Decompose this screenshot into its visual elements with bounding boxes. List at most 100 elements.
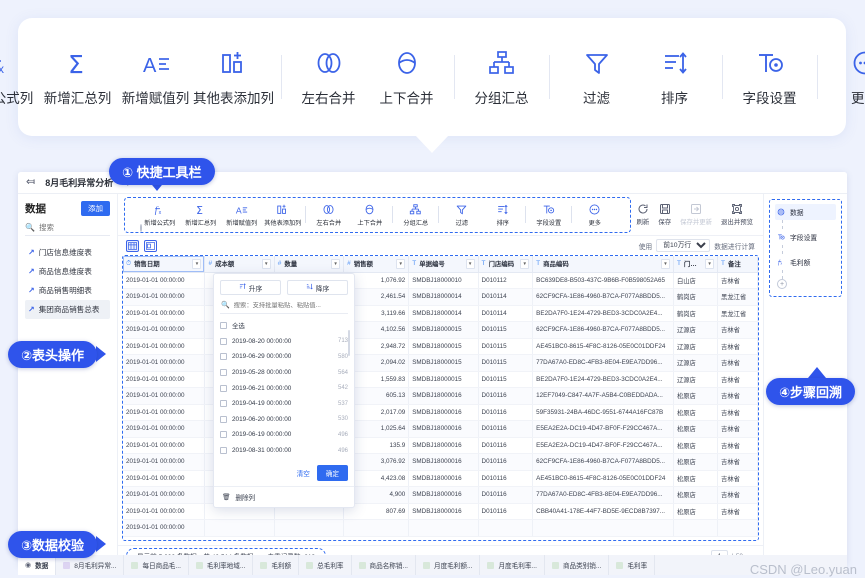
checkbox[interactable] xyxy=(220,337,227,345)
column-header-memo[interactable]: T 备注 xyxy=(717,256,758,273)
tab-monthly-gross-margin[interactable]: 月度毛利率... xyxy=(480,555,545,575)
exit-and-preview-button[interactable]: 退出并预览 xyxy=(721,203,753,226)
checkbox[interactable] xyxy=(220,369,227,377)
more-button[interactable]: 更多 xyxy=(574,203,615,227)
card-view-button[interactable] xyxy=(144,239,157,252)
horizontal-merge-button[interactable]: 左右合并 xyxy=(308,203,349,227)
filter-option[interactable]: 2019-06-20 00:00:00 530 xyxy=(220,412,348,428)
filter-option[interactable]: 2019-06-21 00:00:00 542 xyxy=(220,380,348,396)
group-summary-button[interactable]: 分组汇总 xyxy=(395,203,436,227)
sidebar-item-group-sales-total[interactable]: ↗ 集团商品销售总表 xyxy=(25,300,110,319)
hero-add-assign-column-button[interactable]: A 新增赋值列 xyxy=(117,48,195,107)
grid-view-button[interactable] xyxy=(126,239,139,252)
checkbox[interactable] xyxy=(220,431,227,439)
step-item-field-settings[interactable]: 字段设置 xyxy=(775,229,836,245)
chevron-down-icon[interactable]: ▼ xyxy=(396,258,406,269)
filter-option[interactable]: 2019-04-19 00:00:00 537 xyxy=(220,396,348,412)
refresh-button[interactable]: 刷新 xyxy=(637,203,649,226)
delete-column-button[interactable]: 🗑 删除列 xyxy=(214,486,354,507)
filter-option-count: 713 xyxy=(337,338,348,345)
hero-add-formula-column-button[interactable]: fx 新增公式列 xyxy=(0,48,39,107)
save-and-update-button[interactable]: 保存并更新 xyxy=(680,203,712,226)
add-assign-column-button[interactable]: A 新增赋值列 xyxy=(221,203,262,227)
sidebar-item-sales-detail[interactable]: ↗ 商品销售明细表 xyxy=(25,281,110,300)
hero-sort-button[interactable]: 排序 xyxy=(636,48,714,107)
hero-vertical-merge-button[interactable]: 上下合并 xyxy=(368,48,446,107)
filter-option[interactable]: 2019-06-29 00:00:00 580 xyxy=(220,349,348,365)
filter-search-input[interactable] xyxy=(233,301,347,309)
column-header-sales-date[interactable]: ⏱ 销售日期 ▼ xyxy=(123,256,206,273)
hero-add-summary-column-button[interactable]: Σ 新增汇总列 xyxy=(39,48,117,107)
tab-gross-margin-region[interactable]: 毛利率地域... xyxy=(189,555,254,575)
callout-arrow xyxy=(96,346,106,362)
filter-option[interactable]: 2019-08-20 00:00:00 713 xyxy=(220,334,348,350)
chevron-down-icon[interactable]: ▼ xyxy=(192,258,202,269)
column-header-store-name[interactable]: T 门店名称 ▼ xyxy=(673,256,719,273)
chevron-down-icon[interactable]: ▼ xyxy=(660,258,670,269)
checkbox[interactable] xyxy=(220,353,227,361)
filter-option-label: 2019-04-19 00:00:00 xyxy=(232,400,292,408)
hero-horizontal-merge-button[interactable]: 左右合并 xyxy=(290,48,368,107)
add-data-button[interactable]: 添加 xyxy=(81,201,110,216)
cell-bill: SMDBJ18000016 xyxy=(408,503,479,520)
tab-data[interactable]: ◉ 数据 xyxy=(18,555,57,575)
table-row[interactable]: 2019-01-01 00:00:00 xyxy=(123,519,758,537)
clear-filter-button[interactable]: 清空 xyxy=(297,468,310,478)
tab-august-gross-profit-anomaly[interactable]: 8月毛利异常... xyxy=(56,555,125,575)
checkbox[interactable] xyxy=(220,322,227,330)
hero-filter-button[interactable]: 过滤 xyxy=(558,48,636,107)
step-item-data[interactable]: 数据 xyxy=(775,204,836,220)
filter-option[interactable]: 2019-06-19 00:00:00 496 xyxy=(220,427,348,443)
tab-gross-profit-amount[interactable]: 毛利额 xyxy=(253,555,300,575)
sidebar-item-store-dimension[interactable]: ↗ 门店信息维度表 xyxy=(25,243,110,262)
column-header-quantity[interactable]: # 数量 ▼ xyxy=(274,256,345,273)
filter-option-select-all[interactable]: 全选 xyxy=(220,318,348,334)
sidebar-search[interactable]: 🔍 xyxy=(25,223,142,236)
tab-total-gross-margin[interactable]: 总毛利率 xyxy=(299,555,352,575)
column-header-bill-number[interactable]: T 单据编号 ▼ xyxy=(408,256,479,273)
sidebar-item-product-dimension[interactable]: ↗ 商品信息维度表 xyxy=(25,262,110,281)
checkbox[interactable] xyxy=(220,415,227,423)
tab-monthly-gross-profit[interactable]: 月度毛利额... xyxy=(416,555,481,575)
hero-add-from-other-table-button[interactable]: 其他表添加列 xyxy=(193,48,274,107)
exit-preview-icon xyxy=(731,203,743,215)
tab-product-category-sales[interactable]: 商品类别销... xyxy=(545,555,610,575)
save-button[interactable]: 保存 xyxy=(658,203,671,226)
hero-group-summary-button[interactable]: 分组汇总 xyxy=(463,48,541,107)
column-header-store-code[interactable]: T 门店编码 ▼ xyxy=(478,256,534,273)
chevron-down-icon[interactable]: ▼ xyxy=(465,258,475,269)
plus-icon[interactable]: + xyxy=(777,279,787,289)
filter-option[interactable]: 2019-08-31 00:00:00 496 xyxy=(220,443,348,459)
vertical-merge-button[interactable]: 上下合并 xyxy=(349,203,390,227)
column-header-cost-amount[interactable]: # 成本额 ▼ xyxy=(204,256,275,273)
step-item-gross-profit[interactable]: fx 毛利额 xyxy=(775,254,836,270)
tab-daily-product-gross[interactable]: 每日商品毛... xyxy=(124,555,189,575)
checkbox[interactable] xyxy=(220,384,227,392)
add-from-other-table-button[interactable]: 其他表添加列 xyxy=(262,203,303,227)
column-header-sales-amount[interactable]: # 销售额 ▼ xyxy=(343,256,410,273)
filter-button[interactable]: 过滤 xyxy=(441,203,482,227)
column-header-product-code[interactable]: T 商品编码 ▼ xyxy=(532,256,674,273)
field-settings-button[interactable]: 字段设置 xyxy=(528,203,569,227)
collapse-panel-icon[interactable]: ⤆ xyxy=(26,177,35,188)
chevron-down-icon[interactable]: ▼ xyxy=(520,258,530,269)
add-summary-column-button[interactable]: Σ 新增汇总列 xyxy=(180,203,221,226)
tab-product-name-sales[interactable]: 商品名称销... xyxy=(352,555,416,575)
sort-button[interactable]: 排序 xyxy=(482,203,523,227)
sort-ascending-button[interactable]: 升序 xyxy=(220,280,281,295)
sort-descending-button[interactable]: 降序 xyxy=(287,280,348,295)
popover-search[interactable]: 🔍 xyxy=(220,301,348,314)
filter-option[interactable]: 2019-05-28 00:00:00 564 xyxy=(220,365,348,381)
checkbox[interactable] xyxy=(220,400,227,408)
popover-scrollbar[interactable] xyxy=(347,330,350,356)
tab-gross-margin[interactable]: 毛利率 xyxy=(609,555,656,575)
add-formula-column-button[interactable]: fx 新增公式列 xyxy=(139,203,180,226)
chevron-down-icon[interactable]: ▼ xyxy=(705,258,715,269)
hero-field-settings-button[interactable]: 字段设置 xyxy=(731,48,809,107)
chevron-down-icon[interactable]: ▼ xyxy=(331,258,341,269)
hero-more-button[interactable]: 更多 xyxy=(826,48,865,107)
confirm-filter-button[interactable]: 确定 xyxy=(316,465,348,482)
checkbox[interactable] xyxy=(220,447,227,455)
chevron-down-icon[interactable]: ▼ xyxy=(261,258,271,269)
rows-option-select[interactable]: 前10万行 xyxy=(656,239,711,252)
